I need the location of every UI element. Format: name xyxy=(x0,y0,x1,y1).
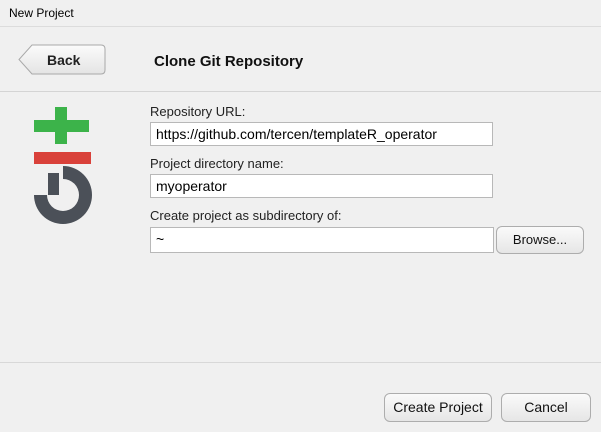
project-directory-input[interactable]: myoperator xyxy=(150,174,493,198)
page-title: Clone Git Repository xyxy=(154,53,304,70)
window-title: New Project xyxy=(9,6,74,20)
repository-url-label: Repository URL: xyxy=(150,104,246,119)
repository-url-input[interactable]: https://github.com/tercen/templateR_oper… xyxy=(150,122,493,146)
cancel-button[interactable]: Cancel xyxy=(501,393,591,422)
subdirectory-input[interactable]: ~ xyxy=(150,227,494,253)
create-project-button[interactable]: Create Project xyxy=(384,393,492,422)
back-button[interactable]: Back xyxy=(18,44,106,75)
title-bar: New Project xyxy=(0,0,601,27)
project-directory-label: Project directory name: xyxy=(150,156,284,171)
new-project-dialog: New Project Back Clone Git Repository Re… xyxy=(0,0,601,432)
footer-divider xyxy=(0,362,601,363)
back-button-label: Back xyxy=(47,52,81,68)
header-divider xyxy=(0,91,601,92)
git-logo-icon xyxy=(30,107,98,232)
browse-button[interactable]: Browse... xyxy=(496,226,584,254)
subdirectory-label: Create project as subdirectory of: xyxy=(150,208,342,223)
